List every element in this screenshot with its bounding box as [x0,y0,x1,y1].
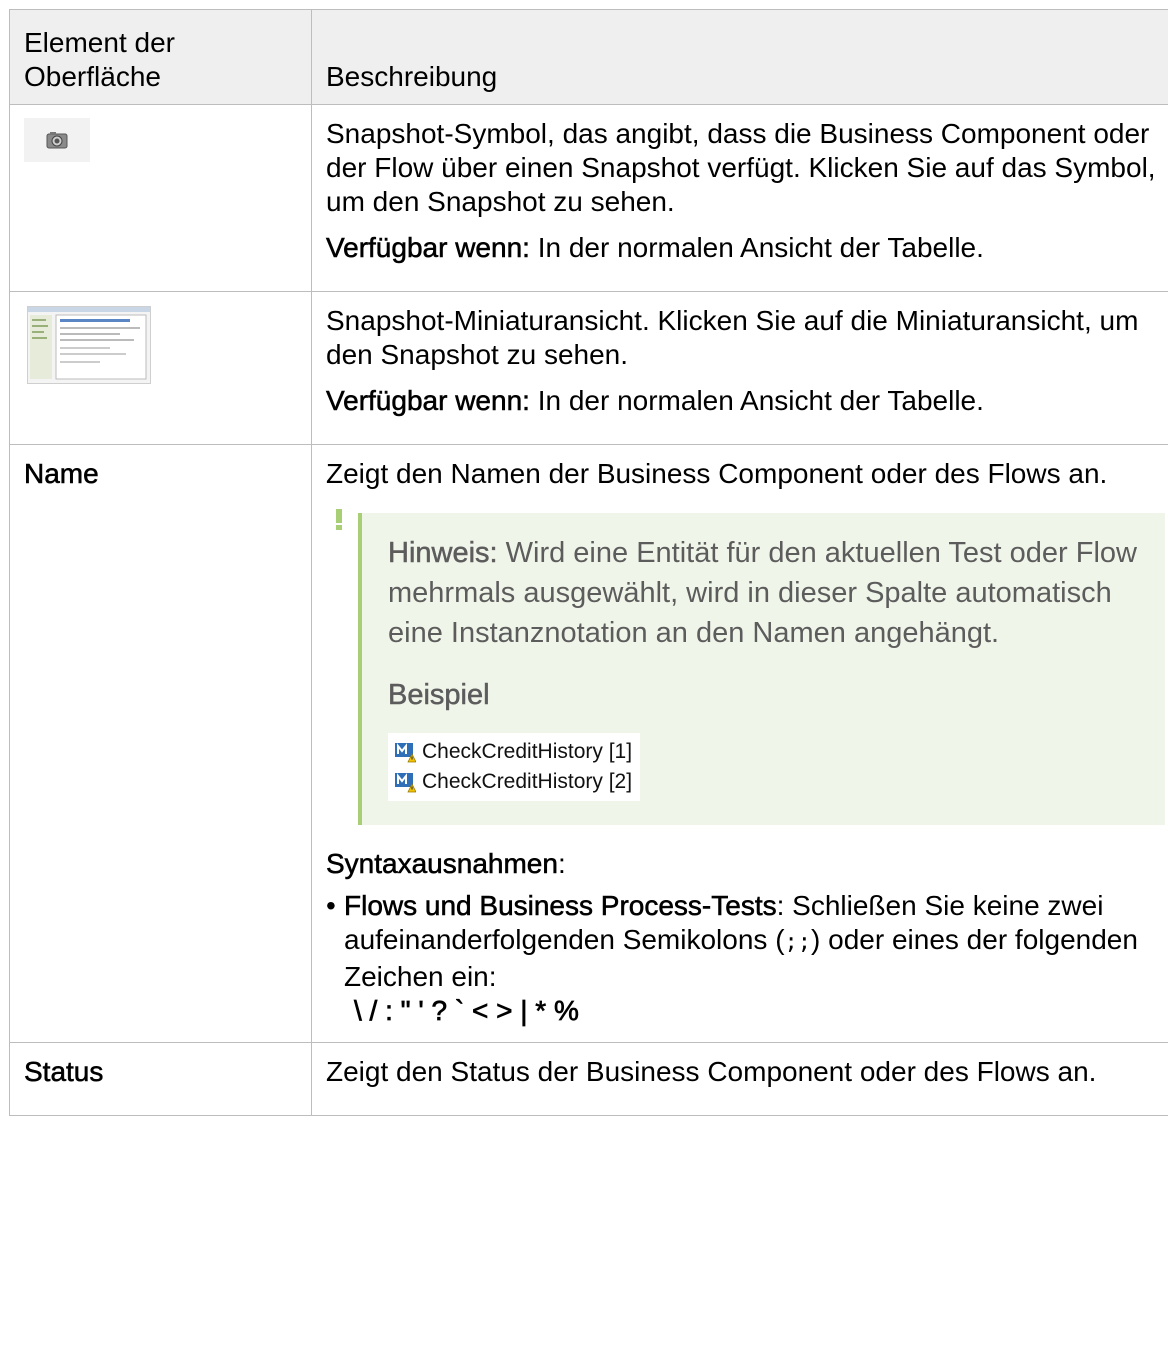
note-box: Hinweis: Wird eine Entität für den aktue… [336,509,1165,825]
ui-element-cell: Status [9,1042,312,1116]
example-title: Beispiel [388,679,490,712]
description-cell: Zeigt den Status der Business Component … [311,1042,1168,1116]
availability-label: Verfügbar wenn: [326,232,530,264]
ui-element-cell [9,104,312,292]
syntax-exceptions: Syntaxausnahmen: [326,847,1165,881]
description-cell: Snapshot-Symbol, das angibt, dass die Bu… [311,104,1168,292]
availability-text: In der normalen Ansicht der Tabelle. [529,232,984,263]
element-name-label: Name [24,458,99,490]
syntax-exceptions-label: Syntaxausnahmen [326,848,558,880]
interface-elements-table: Element der Oberfläche Beschreibung Snap… [9,9,1168,1116]
example-item-label: CheckCreditHistory [2] [422,770,633,793]
example-list: CheckCreditHistory [1] CheckCreditHistor… [388,733,641,801]
availability-note: Verfügbar wenn: In der normalen Ansicht … [326,231,1165,265]
ui-element-cell: Name [9,444,312,1043]
name-description: Zeigt den Namen der Business Component o… [326,458,1108,489]
ui-element-cell [9,291,312,445]
table-row: Snapshot-Miniaturansicht. Klicken Sie au… [9,291,1168,445]
example-item-label: CheckCreditHistory [1] [422,740,633,763]
description-cell: Snapshot-Miniaturansicht. Klicken Sie au… [311,291,1168,445]
note-text: Hinweis: Wird eine Entität für den aktue… [388,533,1145,653]
status-description: Zeigt den Status der Business Component … [326,1056,1097,1087]
example-item: CheckCreditHistory [1] [394,737,632,767]
snapshot-icon-description: Snapshot-Symbol, das angibt, dass die Bu… [326,118,1156,217]
list-item: Flows und Business Process-Tests: Schlie… [326,889,1165,1028]
business-component-warning-icon [395,743,416,763]
availability-label: Verfügbar wenn: [326,385,530,417]
example-item: CheckCreditHistory [2] [394,767,632,797]
camera-icon [24,118,90,162]
description-cell: Zeigt den Namen der Business Component o… [311,444,1168,1043]
forbidden-characters: \ / : " ' ? ` < > | * % [354,995,580,1027]
header-ui-element: Element der Oberfläche [9,9,312,105]
header-description: Beschreibung [311,9,1168,105]
table-row: Snapshot-Symbol, das angibt, dass die Bu… [9,104,1168,292]
syntax-exceptions-list: Flows und Business Process-Tests: Schlie… [326,889,1165,1028]
bullet-label: Flows und Business Process-Tests [344,890,777,922]
table-row: Status Zeigt den Status der Business Com… [9,1042,1168,1116]
table-header-row: Element der Oberfläche Beschreibung [9,9,1168,105]
snapshot-thumbnail-icon[interactable] [27,306,151,384]
note-title: Hinweis: [388,537,498,570]
table-row: Name Zeigt den Namen der Business Compon… [9,444,1168,1043]
exclamation-icon [336,509,342,530]
availability-note: Verfügbar wenn: In der normalen Ansicht … [326,384,1165,418]
business-component-warning-icon [395,773,416,793]
semicolons-code: ;; [784,930,812,955]
element-status-label: Status [24,1056,104,1088]
syntax-colon: : [557,848,566,879]
snapshot-thumbnail-description: Snapshot-Miniaturansicht. Klicken Sie au… [326,305,1139,370]
note-body: Wird eine Entität für den aktuellen Test… [388,537,1137,649]
availability-text: In der normalen Ansicht der Tabelle. [529,385,984,416]
